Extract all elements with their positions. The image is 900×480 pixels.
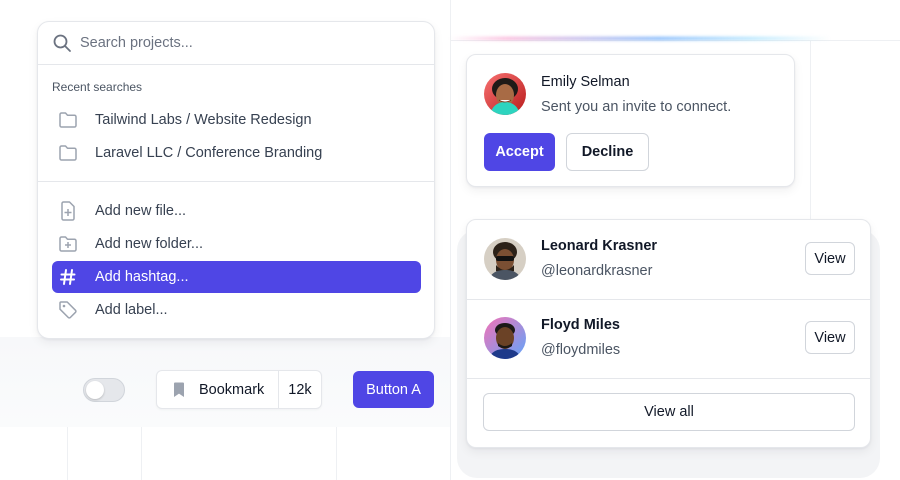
action-label: Add new file...	[95, 203, 187, 219]
list-item: Leonard Krasner @leonardkrasner View	[467, 220, 870, 299]
action-label: Add hashtag...	[95, 269, 189, 285]
invite-card: Emily Selman Sent you an invite to conne…	[466, 54, 795, 187]
button-a[interactable]: Button A	[353, 371, 434, 408]
recent-item-laravel[interactable]: Laravel LLC / Conference Branding	[52, 137, 421, 169]
recent-item-label: Tailwind Labs / Website Redesign	[95, 112, 312, 128]
avatar	[484, 73, 526, 115]
user-name: Floyd Miles	[541, 317, 620, 333]
bookmark-label: Bookmark	[199, 381, 265, 398]
file-plus-icon	[58, 201, 78, 221]
user-name: Leonard Krasner	[541, 238, 658, 254]
user-handle: @floydmiles	[541, 342, 621, 358]
divider	[38, 181, 434, 182]
toggle-knob	[86, 381, 104, 399]
decline-button[interactable]: Decline	[566, 133, 649, 171]
avatar	[484, 238, 526, 280]
grid-line	[450, 0, 451, 480]
bookmark-count: 12k	[288, 381, 312, 398]
recent-searches-heading: Recent searches	[52, 80, 143, 94]
toggle-switch[interactable]	[83, 378, 125, 402]
invite-message: Sent you an invite to connect.	[541, 99, 732, 115]
action-label: Add label...	[95, 302, 168, 318]
recent-item-label: Laravel LLC / Conference Branding	[95, 145, 323, 161]
hashtag-icon	[58, 267, 78, 287]
view-button[interactable]: View	[805, 321, 855, 354]
avatar	[484, 317, 526, 359]
action-add-label[interactable]: Add label...	[52, 294, 421, 326]
users-card: Leonard Krasner @leonardkrasner View Flo…	[466, 219, 871, 448]
action-add-file[interactable]: Add new file...	[52, 195, 421, 227]
recent-item-tailwind[interactable]: Tailwind Labs / Website Redesign	[52, 104, 421, 136]
accent-glow-line	[450, 37, 830, 40]
folder-icon	[58, 143, 78, 163]
grid-line	[450, 40, 900, 41]
search-bar	[38, 22, 434, 65]
action-label: Add new folder...	[95, 236, 204, 252]
folder-icon	[58, 110, 78, 130]
canvas: Recent searches Tailwind Labs / Website …	[0, 0, 900, 480]
invite-sender-name: Emily Selman	[541, 74, 630, 90]
grid-line	[810, 40, 811, 220]
user-handle: @leonardkrasner	[541, 263, 653, 279]
divider	[467, 378, 870, 379]
folder-plus-icon	[58, 234, 78, 254]
search-icon	[52, 33, 72, 53]
tag-icon	[58, 300, 78, 320]
accept-button[interactable]: Accept	[484, 133, 555, 171]
view-all-button[interactable]: View all	[483, 393, 855, 431]
bookmark-button-group: Bookmark 12k	[156, 370, 322, 409]
search-input[interactable]	[80, 31, 410, 55]
view-button[interactable]: View	[805, 242, 855, 275]
list-item: Floyd Miles @floydmiles View	[467, 299, 870, 378]
bookmark-icon	[173, 382, 185, 398]
bookmark-button[interactable]: Bookmark	[157, 371, 279, 408]
command-palette: Recent searches Tailwind Labs / Website …	[37, 21, 435, 339]
action-add-folder[interactable]: Add new folder...	[52, 228, 421, 260]
action-add-hashtag[interactable]: Add hashtag...	[52, 261, 421, 293]
